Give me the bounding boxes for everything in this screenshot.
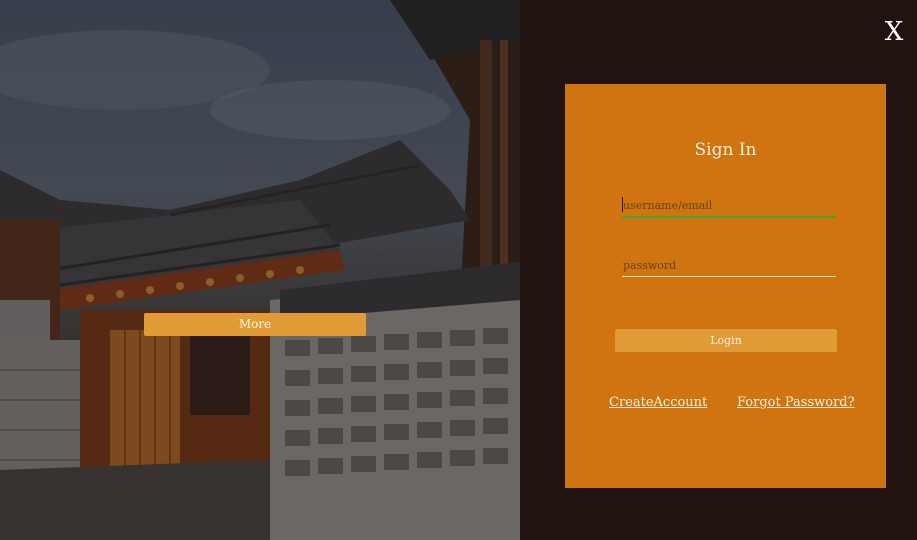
forgot-password-link[interactable]: Forgot Password? xyxy=(737,395,855,410)
more-button[interactable]: More xyxy=(144,313,366,336)
photo-overlay xyxy=(0,0,520,540)
login-window: More X Sign In Login CreateAccount Forgo… xyxy=(0,0,917,540)
password-input[interactable] xyxy=(622,254,836,277)
signin-title: Sign In xyxy=(694,140,757,160)
close-button[interactable]: X xyxy=(880,16,908,48)
signin-card: Sign In Login CreateAccount Forgot Passw… xyxy=(565,84,886,488)
username-input[interactable] xyxy=(622,194,836,218)
login-button[interactable]: Login xyxy=(615,329,837,352)
text-cursor xyxy=(622,197,623,212)
create-account-link[interactable]: CreateAccount xyxy=(609,395,707,410)
hanok-photo: More xyxy=(0,0,520,540)
